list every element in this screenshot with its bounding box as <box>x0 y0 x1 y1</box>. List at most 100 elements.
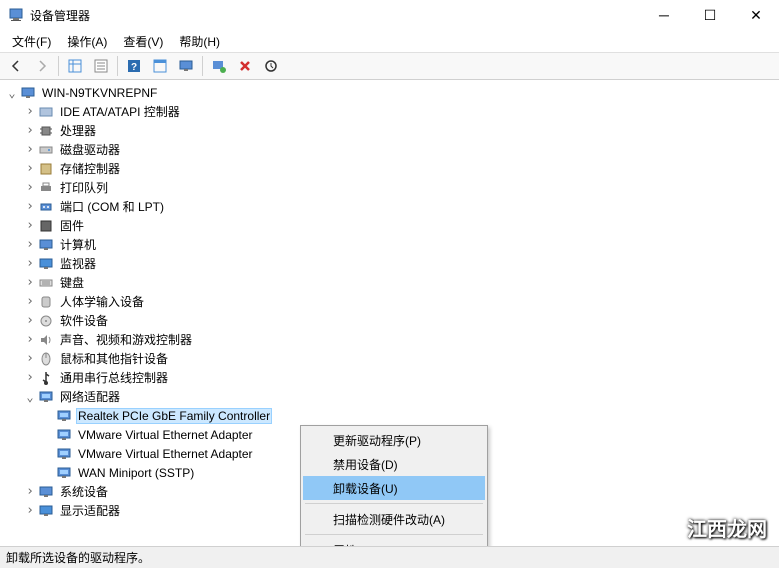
cpu-icon <box>38 123 54 139</box>
tree-root-label: WIN-N9TKVNREPNF <box>40 85 159 101</box>
expander-icon[interactable] <box>22 503 38 518</box>
network-icon <box>38 389 54 405</box>
toolbar-scan-button[interactable] <box>207 54 231 78</box>
tree-category-node[interactable]: 鼠标和其他指针设备 <box>0 349 779 368</box>
toolbar-separator <box>58 56 59 76</box>
app-icon <box>8 7 24 23</box>
context-separator <box>305 534 483 535</box>
maximize-button[interactable]: ☐ <box>687 0 733 30</box>
tree-category-node[interactable]: 存储控制器 <box>0 159 779 178</box>
expander-icon[interactable] <box>22 351 38 366</box>
expander-icon[interactable] <box>22 313 38 328</box>
tree-category-node[interactable]: 声音、视频和游戏控制器 <box>0 330 779 349</box>
menu-help[interactable]: 帮助(H) <box>171 31 228 52</box>
expander-icon[interactable] <box>22 218 38 233</box>
tree-category-label: 打印队列 <box>58 178 110 197</box>
menu-file[interactable]: 文件(F) <box>4 31 59 52</box>
tree-category-node[interactable]: 磁盘驱动器 <box>0 140 779 159</box>
tree-category-node[interactable]: IDE ATA/ATAPI 控制器 <box>0 102 779 121</box>
tree-category-label: 存储控制器 <box>58 159 122 178</box>
toolbar-separator <box>117 56 118 76</box>
tree-category-label: 鼠标和其他指针设备 <box>58 349 170 368</box>
forward-button[interactable] <box>30 54 54 78</box>
tree-category-label: 通用串行总线控制器 <box>58 368 170 387</box>
svg-text:?: ? <box>131 62 137 73</box>
network-adapter-icon <box>56 446 72 462</box>
expander-icon[interactable] <box>22 237 38 252</box>
tree-category-node[interactable]: 端口 (COM 和 LPT) <box>0 197 779 216</box>
expander-icon[interactable] <box>22 123 38 138</box>
tree-category-label: 固件 <box>58 216 86 235</box>
disk-icon <box>38 142 54 158</box>
toolbar-refresh-button[interactable] <box>259 54 283 78</box>
expander-icon[interactable] <box>22 180 38 195</box>
tree-category-label: 声音、视频和游戏控制器 <box>58 330 194 349</box>
toolbar-computer-button[interactable] <box>174 54 198 78</box>
tree-category-node[interactable]: 键盘 <box>0 273 779 292</box>
tree-device-node[interactable]: Realtek PCIe GbE Family Controller <box>0 406 779 425</box>
tree-device-label: VMware Virtual Ethernet Adapter <box>76 446 255 462</box>
tree-category-label: 键盘 <box>58 273 86 292</box>
system-icon <box>38 484 54 500</box>
expander-icon[interactable] <box>22 275 38 290</box>
toolbar-delete-button[interactable] <box>233 54 257 78</box>
context-menu: 更新驱动程序(P) 禁用设备(D) 卸载设备(U) 扫描检测硬件改动(A) 属性… <box>300 425 488 546</box>
tree-category-node[interactable]: 固件 <box>0 216 779 235</box>
tree-root-node[interactable]: WIN-N9TKVNREPNF <box>0 83 779 102</box>
tree-category-node[interactable]: 人体学输入设备 <box>0 292 779 311</box>
expander-icon[interactable] <box>22 161 38 176</box>
toolbar-details-button[interactable] <box>148 54 172 78</box>
tree-category-node[interactable]: 通用串行总线控制器 <box>0 368 779 387</box>
tree-device-label: VMware Virtual Ethernet Adapter <box>76 427 255 443</box>
expander-icon[interactable] <box>22 294 38 309</box>
network-adapter-icon <box>56 408 72 424</box>
menu-action[interactable]: 操作(A) <box>59 31 115 52</box>
tree-category-label: 端口 (COM 和 LPT) <box>58 197 166 216</box>
tree-category-node[interactable]: 网络适配器 <box>0 387 779 406</box>
window-title: 设备管理器 <box>30 7 641 24</box>
tree-category-node[interactable]: 监视器 <box>0 254 779 273</box>
tree-category-label: 计算机 <box>58 235 98 254</box>
storage-icon <box>38 161 54 177</box>
expander-icon[interactable] <box>22 142 38 157</box>
tree-category-node[interactable]: 计算机 <box>0 235 779 254</box>
context-update-driver[interactable]: 更新驱动程序(P) <box>303 428 485 452</box>
tree-area[interactable]: WIN-N9TKVNREPNF IDE ATA/ATAPI 控制器处理器磁盘驱动… <box>0 80 779 546</box>
expander-icon[interactable] <box>22 370 38 385</box>
toolbar-properties-button[interactable] <box>89 54 113 78</box>
sound-icon <box>38 332 54 348</box>
expander-icon[interactable] <box>22 199 38 214</box>
menu-view[interactable]: 查看(V) <box>115 31 171 52</box>
minimize-button[interactable]: ─ <box>641 0 687 30</box>
tree-category-node[interactable]: 软件设备 <box>0 311 779 330</box>
context-disable-device[interactable]: 禁用设备(D) <box>303 452 485 476</box>
expander-icon[interactable] <box>22 256 38 271</box>
context-uninstall-device[interactable]: 卸载设备(U) <box>303 476 485 500</box>
toolbar-view-button[interactable] <box>63 54 87 78</box>
mouse-icon <box>38 351 54 367</box>
statusbar: 卸载所选设备的驱动程序。 <box>0 546 779 568</box>
tree-category-label: 监视器 <box>58 254 98 273</box>
expander-icon[interactable] <box>22 484 38 499</box>
toolbar-help-button[interactable]: ? <box>122 54 146 78</box>
firmware-icon <box>38 218 54 234</box>
display-icon <box>38 503 54 519</box>
titlebar: 设备管理器 ─ ☐ ✕ <box>0 0 779 30</box>
context-separator <box>305 503 483 504</box>
window-controls: ─ ☐ ✕ <box>641 0 779 30</box>
tree-category-node[interactable]: 打印队列 <box>0 178 779 197</box>
tree-category-label: IDE ATA/ATAPI 控制器 <box>58 102 182 121</box>
context-scan-hardware[interactable]: 扫描检测硬件改动(A) <box>303 507 485 531</box>
network-adapter-icon <box>56 427 72 443</box>
expander-icon[interactable] <box>22 332 38 347</box>
port-icon <box>38 199 54 215</box>
back-button[interactable] <box>4 54 28 78</box>
expander-icon[interactable] <box>4 86 20 100</box>
context-properties[interactable]: 属性(R) <box>303 538 485 546</box>
usb-icon <box>38 370 54 386</box>
tree-category-node[interactable]: 处理器 <box>0 121 779 140</box>
toolbar: ? <box>0 52 779 80</box>
expander-icon[interactable] <box>22 104 38 119</box>
close-button[interactable]: ✕ <box>733 0 779 30</box>
expander-icon[interactable] <box>22 390 38 404</box>
